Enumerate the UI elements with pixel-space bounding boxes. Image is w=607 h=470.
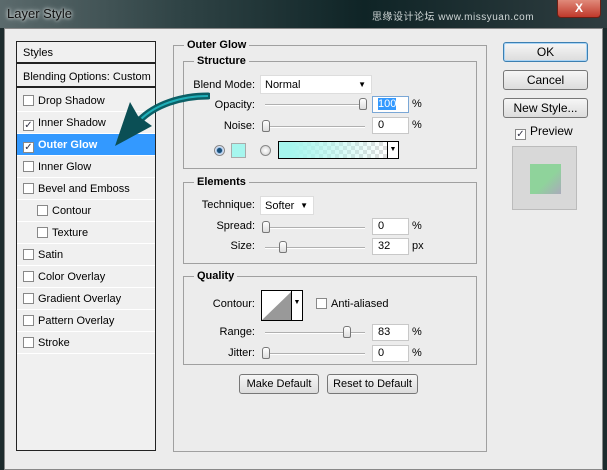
style-item-label: Satin (38, 249, 64, 261)
opacity-unit: % (412, 98, 422, 110)
style-item-label: Outer Glow (38, 139, 98, 151)
style-checkbox[interactable] (37, 227, 48, 238)
opacity-input[interactable]: 100 (372, 96, 409, 113)
style-checkbox[interactable] (37, 205, 48, 216)
technique-value: Softer (265, 200, 295, 212)
style-checkbox[interactable]: ✓ (23, 142, 34, 153)
style-item-label: Pattern Overlay (38, 315, 115, 327)
spread-label: Spread: (216, 220, 255, 232)
style-item-label: Inner Glow (38, 161, 92, 173)
range-label: Range: (219, 326, 255, 338)
style-checkbox[interactable] (23, 183, 34, 194)
size-input[interactable]: 32 (372, 238, 409, 255)
jitter-label: Jitter: (228, 347, 255, 359)
style-item-bevel-and-emboss[interactable]: Bevel and Emboss (17, 178, 155, 200)
style-item-pattern-overlay[interactable]: Pattern Overlay (17, 310, 155, 332)
jitter-slider-thumb[interactable] (262, 347, 270, 359)
style-item-satin[interactable]: Satin (17, 244, 155, 266)
range-slider-thumb[interactable] (343, 326, 351, 338)
structure-title: Structure (194, 55, 249, 67)
spread-slider-thumb[interactable] (262, 221, 270, 233)
style-item-contour[interactable]: Contour (17, 200, 155, 222)
preview-thumbnail (512, 146, 577, 210)
range-input[interactable]: 83 (372, 324, 409, 341)
glow-gradient-picker[interactable]: ▼ (278, 141, 399, 159)
style-checkbox[interactable] (23, 95, 34, 106)
size-slider[interactable] (265, 241, 365, 253)
technique-label: Technique: (201, 199, 255, 211)
size-slider-thumb[interactable] (279, 241, 287, 253)
anti-aliased-checkbox[interactable]: Anti-aliased (316, 298, 388, 310)
size-unit: px (412, 240, 424, 252)
jitter-input[interactable]: 0 (372, 345, 409, 362)
dropdown-arrow-icon: ▼ (358, 80, 366, 89)
noise-input[interactable]: 0 (372, 117, 409, 134)
quality-title: Quality (194, 270, 238, 282)
range-slider[interactable] (265, 326, 365, 338)
preview-square (530, 164, 561, 194)
annotation-arrow-icon (115, 92, 210, 146)
noise-slider[interactable] (262, 120, 365, 132)
glow-color-swatch[interactable] (231, 143, 246, 158)
style-item-label: Contour (52, 205, 92, 217)
blend-mode-value: Normal (265, 79, 301, 91)
dropdown-arrow-icon: ▼ (387, 142, 398, 158)
style-checkbox[interactable]: ✓ (23, 120, 34, 131)
reset-to-default-button[interactable]: Reset to Default (327, 374, 418, 394)
dropdown-arrow-icon: ▼ (291, 291, 302, 320)
elements-title: Elements (194, 176, 249, 188)
contour-linear-icon (262, 291, 292, 320)
style-checkbox[interactable] (23, 315, 34, 326)
style-item-label: Color Overlay (38, 271, 106, 283)
cancel-button[interactable]: Cancel (503, 70, 588, 90)
spread-input[interactable]: 0 (372, 218, 409, 235)
outer-glow-title: Outer Glow (184, 39, 250, 51)
make-default-button[interactable]: Make Default (239, 374, 319, 394)
window-title: Layer Style (7, 6, 73, 21)
opacity-slider-thumb[interactable] (359, 98, 367, 110)
spread-slider[interactable] (262, 221, 365, 233)
noise-unit: % (412, 119, 422, 131)
dropdown-arrow-icon: ▼ (300, 201, 308, 210)
spread-unit: % (412, 220, 422, 232)
style-checkbox[interactable] (23, 271, 34, 282)
noise-slider-thumb[interactable] (262, 120, 270, 132)
styles-header[interactable]: Styles (17, 42, 155, 64)
style-item-label: Bevel and Emboss (38, 183, 130, 195)
gradient-radio[interactable] (260, 145, 271, 156)
contour-picker[interactable]: ▼ (261, 290, 303, 321)
style-item-label: Drop Shadow (38, 95, 105, 107)
style-checkbox[interactable] (23, 249, 34, 260)
style-item-color-overlay[interactable]: Color Overlay (17, 266, 155, 288)
style-item-label: Inner Shadow (38, 117, 106, 129)
jitter-slider[interactable] (262, 347, 365, 359)
range-unit: % (412, 326, 422, 338)
style-item-gradient-overlay[interactable]: Gradient Overlay (17, 288, 155, 310)
watermark: 思缘设计论坛 www.missyuan.com (372, 12, 535, 23)
new-style-button[interactable]: New Style... (503, 98, 588, 118)
style-item-label: Texture (52, 227, 89, 239)
solid-color-radio[interactable] (214, 145, 225, 156)
opacity-slider[interactable] (265, 98, 367, 110)
style-checkbox[interactable] (23, 337, 34, 348)
preview-checkbox[interactable]: ✓ Preview (515, 124, 573, 140)
technique-select[interactable]: Softer ▼ (260, 196, 314, 215)
contour-label: Contour: (212, 298, 255, 310)
anti-aliased-label: Anti-aliased (331, 298, 389, 310)
jitter-unit: % (412, 347, 422, 359)
style-checkbox[interactable] (23, 161, 34, 172)
style-item-label: Stroke (38, 337, 70, 349)
style-item-stroke[interactable]: Stroke (17, 332, 155, 354)
ok-button[interactable]: OK (503, 42, 588, 62)
blend-mode-select[interactable]: Normal ▼ (260, 75, 372, 94)
style-item-texture[interactable]: Texture (17, 222, 155, 244)
preview-label: Preview (530, 124, 573, 138)
style-item-label: Gradient Overlay (38, 293, 122, 305)
size-label: Size: (230, 240, 255, 252)
style-checkbox[interactable] (23, 293, 34, 304)
close-button[interactable]: X (557, 0, 601, 18)
